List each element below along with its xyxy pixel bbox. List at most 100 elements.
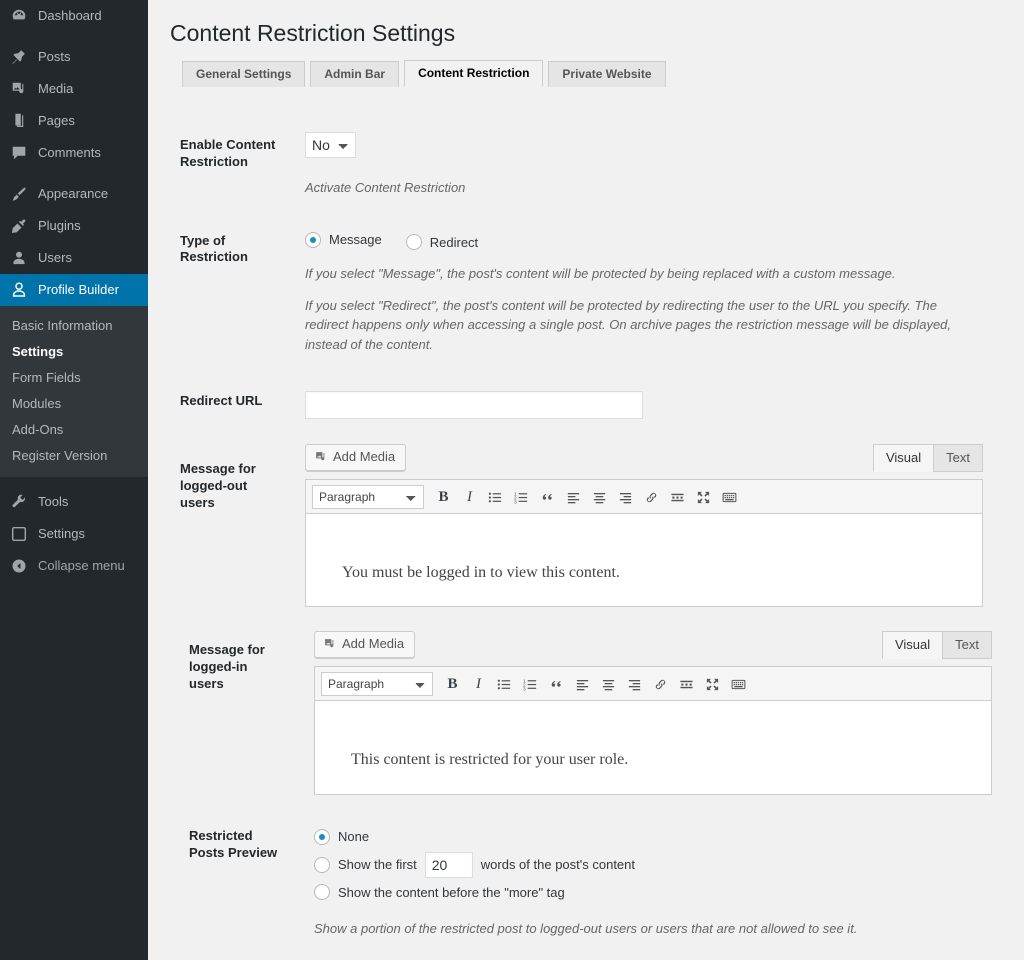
radio-option-none[interactable]: None [314, 827, 992, 847]
sidebar-item-label: Tools [38, 494, 69, 509]
wrench-icon [9, 492, 29, 512]
radio-message-label[interactable]: Message [329, 230, 382, 250]
sidebar-item-plugins[interactable]: Plugins [0, 210, 148, 242]
style-select-logged-in[interactable]: Paragraph Heading 1 Heading 2 Heading 3 … [321, 672, 433, 696]
sidebar-item-comments[interactable]: Comments [0, 137, 148, 169]
desc-restriction-message: If you select "Message", the post's cont… [305, 266, 896, 281]
numbered-list-icon[interactable]: 123 [518, 673, 543, 695]
link-icon[interactable] [639, 486, 664, 508]
insert-more-icon[interactable] [674, 673, 699, 695]
numbered-list-icon[interactable]: 123 [509, 486, 534, 508]
bold-icon[interactable]: B [431, 486, 456, 508]
bold-icon[interactable]: B [440, 673, 465, 695]
sidebar-subitem-form-fields[interactable]: Form Fields [0, 365, 148, 391]
sidebar-item-users[interactable]: Users [0, 242, 148, 274]
sidebar-item-profile-builder[interactable]: Profile Builder [0, 274, 156, 306]
align-left-icon[interactable] [570, 673, 595, 695]
sidebar-item-dashboard[interactable]: Dashboard [0, 0, 148, 32]
radio-show-first-words-label-after: words of the post's content [480, 856, 636, 872]
sidebar-subitem-settings[interactable]: Settings [0, 339, 148, 365]
enable-content-restriction-select[interactable]: No Yes [305, 132, 356, 158]
radio-more-tag-input[interactable] [314, 884, 330, 901]
user-badge-icon [9, 280, 29, 300]
fullscreen-icon[interactable] [700, 673, 725, 695]
tab-visual-logged-out[interactable]: Visual [872, 444, 935, 472]
editor-logged-in-content[interactable]: This content is restricted for your user… [314, 701, 992, 795]
radio-show-first-words-input[interactable] [314, 856, 330, 873]
sidebar-item-posts[interactable]: Posts [0, 41, 148, 73]
editor-logged-out-content[interactable]: You must be logged in to view this conte… [305, 514, 983, 607]
sidebar-item-pages[interactable]: Pages [0, 105, 148, 137]
align-right-icon[interactable] [622, 673, 647, 695]
radio-option-redirect[interactable]: Redirect [405, 233, 478, 253]
media-icon [314, 450, 328, 464]
sidebar-item-settings[interactable]: Settings [0, 518, 148, 550]
settings-tabs: General Settings Admin Bar Content Restr… [182, 60, 1002, 87]
radio-more-tag-label[interactable]: Show the content before the "more" tag [338, 883, 565, 903]
radio-option-message[interactable]: Message [305, 230, 382, 250]
words-count-input[interactable] [424, 851, 473, 878]
add-media-button-logged-out[interactable]: Add Media [305, 444, 407, 471]
toolbar-toggle-icon[interactable] [717, 486, 742, 508]
tab-admin-bar[interactable]: Admin Bar [310, 61, 400, 87]
tab-text-logged-in[interactable]: Text [942, 631, 992, 659]
toolbar-toggle-icon[interactable] [726, 673, 751, 695]
sidebar-item-label: Users [38, 250, 72, 265]
sidebar-item-collapse-menu[interactable]: Collapse menu [0, 550, 148, 582]
editor-logged-in-mode-tabs: Visual Text [881, 631, 992, 659]
fullscreen-icon[interactable] [691, 486, 716, 508]
editor-logged-out-toolbar: Paragraph Heading 1 Heading 2 Heading 3 … [305, 479, 983, 514]
desc-restriction-redirect: If you select "Redirect", the post's con… [305, 297, 952, 352]
media-icon [323, 637, 337, 651]
sidebar-subitem-add-ons[interactable]: Add-Ons [0, 417, 148, 443]
radio-option-show-first-words[interactable]: Show the first words of the post's conte… [314, 851, 992, 878]
add-media-button-logged-in[interactable]: Add Media [314, 631, 416, 658]
radio-option-more-tag[interactable]: Show the content before the "more" tag [314, 883, 992, 903]
radio-redirect-input[interactable] [405, 234, 422, 251]
label-type-of-restriction: Type of Restriction [180, 232, 248, 265]
radio-none-label[interactable]: None [338, 827, 369, 847]
sidebar-subitem-register-version[interactable]: Register Version [0, 443, 148, 469]
admin-sidebar: Dashboard Posts Media Pages Comments App… [0, 0, 156, 960]
sidebar-item-media[interactable]: Media [0, 73, 148, 105]
row-redirect-url: Redirect URL [170, 369, 1002, 434]
sidebar-subitem-basic-information[interactable]: Basic Information [0, 313, 148, 339]
comments-icon [9, 143, 29, 163]
tab-text-logged-out[interactable]: Text [933, 444, 983, 472]
style-select-logged-out[interactable]: Paragraph Heading 1 Heading 2 Heading 3 … [312, 485, 424, 509]
cell-type-of-restriction: Message Redirect If you select "Message"… [295, 213, 1002, 370]
align-right-icon[interactable] [613, 486, 638, 508]
tab-content-restriction[interactable]: Content Restriction [404, 60, 544, 87]
radio-redirect-label[interactable]: Redirect [430, 233, 478, 253]
align-left-icon[interactable] [561, 486, 586, 508]
redirect-url-input[interactable] [305, 391, 643, 419]
blockquote-icon[interactable] [535, 486, 560, 508]
cell-message-logged-in: Add Media Visual Text Paragraph B I 1 2 … [295, 622, 1002, 810]
sidebar-subitem-modules[interactable]: Modules [0, 391, 148, 417]
sidebar-separator [0, 477, 148, 486]
desc-restricted-posts-preview: Show a portion of the restricted post to… [314, 921, 858, 936]
sidebar-item-appearance[interactable]: Appearance [0, 178, 148, 210]
bulleted-list-icon[interactable] [483, 486, 508, 508]
row-type-of-restriction: Type of Restriction Message Redirect If … [170, 213, 1002, 370]
settings-form-table: Enable Content Restriction No Yes Activa… [170, 117, 1002, 954]
user-icon [9, 248, 29, 268]
sidebar-item-tools[interactable]: Tools [0, 486, 148, 518]
italic-icon[interactable]: I [466, 673, 491, 695]
radio-message-input[interactable] [305, 231, 321, 248]
blockquote-icon[interactable] [544, 673, 569, 695]
radio-show-first-words-label-before[interactable]: Show the first [338, 855, 417, 875]
editor-logged-in-text: This content is restricted for your user… [351, 751, 629, 768]
link-icon[interactable] [648, 673, 673, 695]
align-center-icon[interactable] [587, 486, 612, 508]
tab-visual-logged-in[interactable]: Visual [881, 631, 944, 659]
bulleted-list-icon[interactable] [492, 673, 517, 695]
italic-icon[interactable]: I [457, 486, 482, 508]
tab-private-website[interactable]: Private Website [548, 61, 666, 87]
tab-general-settings[interactable]: General Settings [182, 61, 306, 87]
main-content: Content Restriction Settings General Set… [148, 0, 1024, 960]
insert-more-icon[interactable] [665, 486, 690, 508]
align-center-icon[interactable] [596, 673, 621, 695]
radio-none-input[interactable] [314, 828, 330, 845]
editor-logged-in-toolbar: Paragraph Heading 1 Heading 2 Heading 3 … [314, 666, 992, 701]
